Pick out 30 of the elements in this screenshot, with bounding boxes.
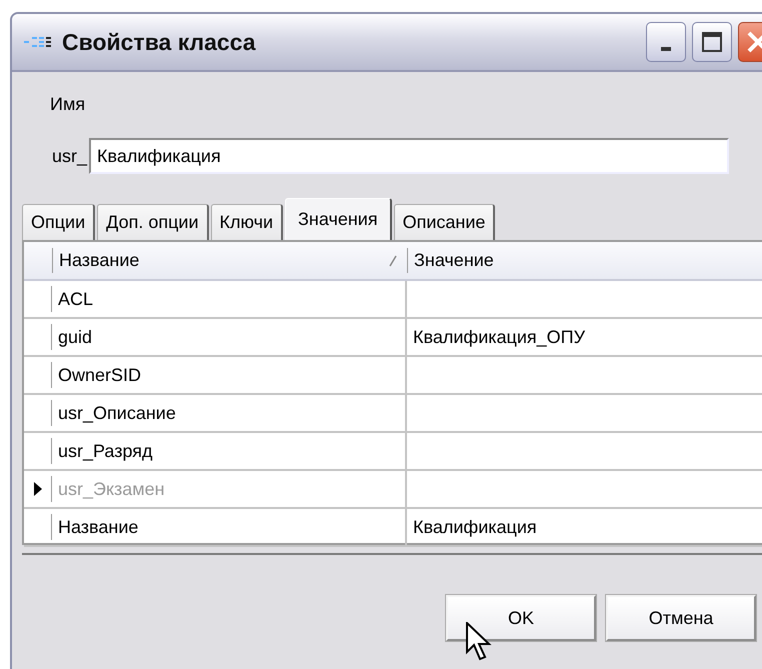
name-field[interactable]: Квалификация	[89, 138, 730, 174]
table-cell-text: Квалификация	[412, 516, 538, 539]
tab[interactable]: Значения	[285, 198, 392, 240]
minimize-button[interactable]	[646, 22, 686, 62]
table-cell: OwnerSID	[52, 357, 407, 393]
name-label: Имя	[50, 94, 86, 114]
window-title: Свойства класса	[62, 28, 257, 56]
table-cell: ACL	[52, 281, 407, 317]
maximize-icon	[701, 31, 723, 53]
name-prefix: usr_	[52, 146, 88, 166]
current-row-icon	[32, 481, 42, 497]
tab[interactable]: Описание	[394, 204, 496, 240]
dialog-button[interactable]: Отмена	[606, 595, 756, 641]
column-header[interactable]: Название	[52, 248, 407, 273]
dialog-button[interactable]: OK	[446, 595, 596, 641]
table-cell: usr_Разряд	[52, 433, 407, 469]
tab[interactable]: Доп. опции	[97, 204, 209, 240]
table-cell: usr_Описание	[52, 395, 407, 431]
table-cell: usr_Экзамен	[52, 471, 407, 507]
tab[interactable]: Опции	[22, 204, 96, 240]
mouse-pointer-icon	[466, 622, 492, 662]
table-cell-text: Квалификация_ОПУ	[412, 326, 586, 349]
minimize-icon	[661, 47, 671, 51]
table-cell: Название	[52, 509, 407, 545]
app-icon	[24, 35, 52, 49]
maximize-button[interactable]	[692, 22, 732, 62]
column-header[interactable]: Значение	[407, 248, 762, 273]
sort-icon	[389, 254, 397, 266]
table-cell: guid	[52, 319, 407, 355]
tab[interactable]: Ключи	[210, 204, 284, 240]
